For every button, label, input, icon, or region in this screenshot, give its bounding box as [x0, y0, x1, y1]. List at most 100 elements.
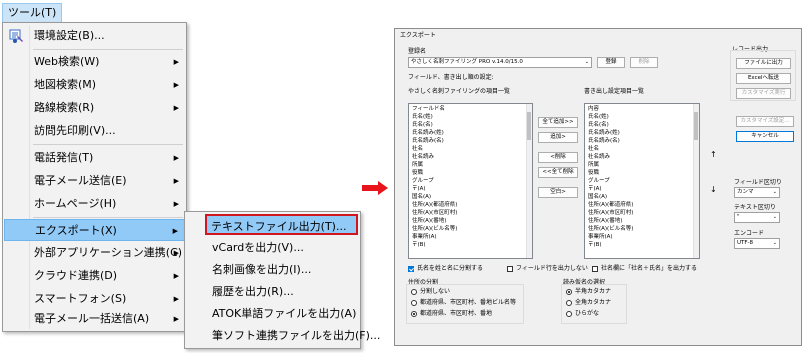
customize-run-button[interactable]: カスタマイズ実行 — [736, 88, 791, 99]
list-item[interactable]: 役職 — [588, 170, 599, 177]
list-item[interactable]: 住所(A)(都道府県) — [588, 202, 633, 209]
blank-button[interactable]: 空白> — [538, 187, 578, 198]
add-all-button[interactable]: 全て追加>> — [538, 117, 578, 128]
submenu-item-history-output[interactable]: 履歴を出力(R)... — [187, 281, 357, 302]
scrollbar[interactable] — [526, 104, 532, 258]
list-item[interactable]: 住所(A)(市区町村) — [412, 210, 457, 217]
menubar-tools[interactable]: ツール(T) — [2, 3, 63, 23]
remove-button[interactable]: <削除 — [538, 152, 578, 163]
split-name-checkbox[interactable] — [408, 266, 414, 272]
field-delim-select[interactable]: カンマ ⌄ — [734, 187, 780, 198]
menu-item-external-app[interactable]: 外部アプリケーション連携(C) ▶ — [4, 242, 185, 264]
list-item[interactable]: 事業所(A) — [588, 234, 613, 241]
address-opt2-radio[interactable] — [411, 300, 417, 306]
encoding-select[interactable]: UTF-8 ⌄ — [734, 238, 780, 249]
remove-all-button[interactable]: <<全て削除 — [538, 167, 578, 178]
move-down-button[interactable]: ↓ — [710, 186, 717, 194]
excel-transfer-button[interactable]: Excelへ転送 — [736, 73, 791, 84]
reading-opt2-radio[interactable] — [566, 300, 572, 306]
menu-item-phone-call[interactable]: 電話発信(T) ▶ — [4, 147, 185, 169]
text-delim-select[interactable]: " ⌄ — [734, 212, 780, 223]
address-opt1-radio[interactable] — [411, 289, 417, 295]
menu-item-web-search[interactable]: Web検索(W) ▶ — [4, 51, 185, 73]
list-item[interactable]: 氏名読み(名) — [412, 138, 444, 145]
list-item[interactable]: 事業所(A) — [412, 234, 437, 241]
reading-opt3-radio[interactable] — [566, 311, 572, 317]
menu-item-export[interactable]: エクスポート(X) ▶ — [4, 219, 185, 241]
submenu-item-card-image-output[interactable]: 名刺画像を出力(I)... — [187, 259, 357, 280]
menu-item-smartphone[interactable]: スマートフォン(S) ▶ — [4, 288, 185, 310]
list-item[interactable]: 氏名読み(名) — [588, 138, 620, 145]
list-item[interactable]: 所属 — [412, 162, 423, 169]
customize-settings-button[interactable]: カスタマイズ設定... — [736, 116, 794, 127]
scrollbar-thumb[interactable] — [694, 112, 698, 140]
address-opt3-radio[interactable] — [411, 311, 417, 317]
delete-button[interactable]: 削除 — [630, 57, 658, 68]
list-item[interactable]: 内容 — [588, 106, 599, 113]
file-output-button[interactable]: ファイルに出力 — [736, 58, 791, 69]
reading-opt1-radio[interactable] — [566, 289, 572, 295]
text-delim-label: テキスト区切り — [734, 204, 776, 211]
encoding-label: エンコード — [734, 230, 765, 237]
field-delim-value: カンマ — [737, 189, 754, 195]
list-item[interactable]: 〒(B) — [412, 242, 426, 249]
submenu-item-fude-output[interactable]: 筆ソフト連携ファイルを出力(F)... — [187, 325, 380, 346]
scrollbar-thumb[interactable] — [527, 112, 531, 140]
move-up-button[interactable]: ↑ — [710, 151, 717, 159]
submenu-item-atok-output[interactable]: ATOK単語ファイルを出力(A) — [187, 303, 357, 324]
no-field-row-label: フィールド行を出力しない — [516, 265, 588, 272]
add-button[interactable]: 追加> — [538, 132, 578, 143]
list-item[interactable]: フィールド名 — [412, 106, 445, 113]
list-item[interactable]: 社名 — [412, 146, 423, 153]
list-item[interactable]: 氏名(姓) — [588, 114, 609, 121]
company-name-checkbox[interactable] — [592, 266, 598, 272]
list-item[interactable]: 〒(B) — [588, 242, 602, 249]
list-item[interactable]: 氏名読み(姓) — [588, 130, 620, 137]
list-item[interactable]: 役職 — [412, 170, 423, 177]
submenu-item-text-file-output[interactable]: テキストファイル出力(T)... — [205, 214, 358, 235]
list-item[interactable]: 社名読み — [588, 154, 610, 161]
list-item[interactable]: 氏名読み(姓) — [412, 130, 444, 137]
list-item[interactable]: 氏名(姓) — [412, 114, 433, 121]
menu-item-label: エクスポート(X) — [35, 224, 117, 237]
list-item[interactable]: 住所(A)(番地) — [588, 218, 622, 225]
list-item[interactable]: 住所(A)(都道府県) — [412, 202, 457, 209]
available-fields-list[interactable]: フィールド名 氏名(姓) 氏名(名) 氏名読み(姓) 氏名読み(名) 社名 社名… — [408, 103, 533, 259]
list-item[interactable]: 氏名(名) — [588, 122, 609, 129]
list-item[interactable]: 所属 — [588, 162, 599, 169]
list-item[interactable]: 国名(A) — [412, 194, 431, 201]
register-button[interactable]: 登録 — [597, 57, 625, 68]
no-field-row-checkbox[interactable] — [507, 266, 513, 272]
registration-label: 登録名 — [408, 48, 427, 55]
list-item[interactable]: 氏名(名) — [412, 122, 433, 129]
list-item[interactable]: グループ — [588, 178, 610, 185]
list-item[interactable]: 社名読み — [412, 154, 434, 161]
list-item[interactable]: 〒(A) — [412, 186, 426, 193]
scrollbar[interactable] — [693, 104, 699, 258]
menu-item-visit-print[interactable]: 訪問先印刷(V)... — [4, 120, 185, 142]
registration-combo[interactable]: やさしく名刺ファイリング PRO v.14.0/15.0 ⌄ — [408, 57, 592, 68]
list-item[interactable]: グループ — [412, 178, 434, 185]
menu-item-bulk-email[interactable]: 電子メール一括送信(A) ▶ — [4, 308, 185, 330]
menu-item-preferences[interactable]: 環境設定(B)... — [4, 25, 185, 47]
list-item[interactable]: 住所(A)(ビル名等) — [412, 226, 457, 233]
menu-item-route-search[interactable]: 路線検索(R) ▶ — [4, 97, 185, 119]
list-item[interactable]: 住所(A)(ビル名等) — [588, 226, 633, 233]
submenu-item-label: 筆ソフト連携ファイルを出力(F)... — [212, 329, 381, 342]
submenu-arrow-icon: ▶ — [173, 177, 179, 185]
list-item[interactable]: 住所(A)(市区町村) — [588, 210, 633, 217]
export-fields-list[interactable]: 内容 氏名(姓) 氏名(名) 氏名読み(姓) 氏名読み(名) 社名 社名読み 所… — [584, 103, 700, 259]
menu-separator — [33, 49, 183, 50]
menu-item-cloud[interactable]: クラウド連携(D) ▶ — [4, 265, 185, 287]
list-item[interactable]: 〒(A) — [588, 186, 602, 193]
chevron-down-icon: ⌄ — [584, 59, 589, 65]
cancel-button[interactable]: キャンセル — [736, 131, 794, 142]
submenu-item-label: 履歴を出力(R)... — [212, 285, 294, 298]
list-item[interactable]: 社名 — [588, 146, 599, 153]
list-item[interactable]: 住所(A)(番地) — [412, 218, 446, 225]
list-item[interactable]: 国名(A) — [588, 194, 607, 201]
menu-item-email-send[interactable]: 電子メール送信(E) ▶ — [4, 170, 185, 192]
menu-item-homepage[interactable]: ホームページ(H) ▶ — [4, 193, 185, 215]
menu-item-map-search[interactable]: 地図検索(M) ▶ — [4, 74, 185, 96]
submenu-item-vcard-output[interactable]: vCardを出力(V)... — [187, 237, 357, 258]
